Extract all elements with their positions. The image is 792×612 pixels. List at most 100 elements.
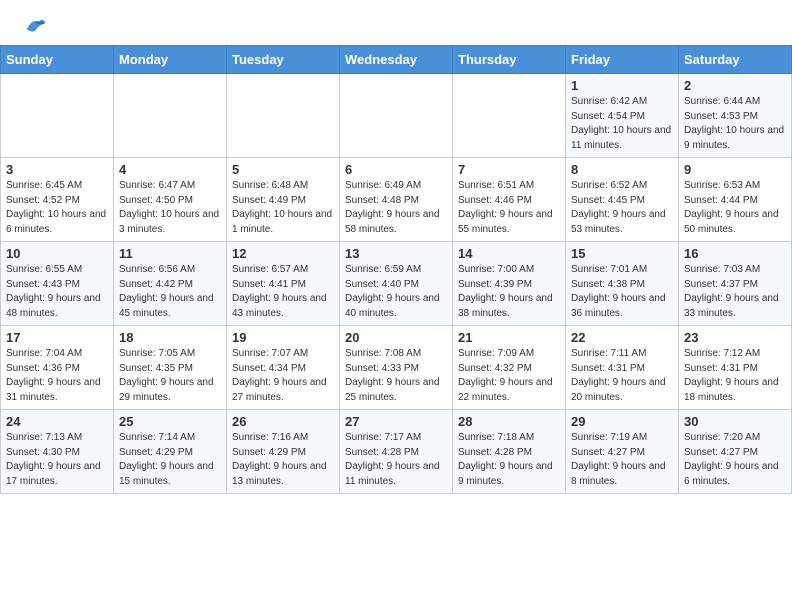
calendar-header: SundayMondayTuesdayWednesdayThursdayFrid… [1,46,792,74]
calendar-week-row: 1 Sunrise: 6:42 AM Sunset: 4:54 PM Daylig… [1,74,792,158]
logo [20,15,47,35]
calendar-day-cell [340,74,453,158]
calendar-day-cell [227,74,340,158]
day-number: 30 [684,414,786,429]
calendar-day-cell: 25 Sunrise: 7:14 AM Sunset: 4:29 PM Dayli… [114,410,227,494]
calendar-day-cell: 1 Sunrise: 6:42 AM Sunset: 4:54 PM Daylig… [566,74,679,158]
day-number: 4 [119,162,221,177]
day-number: 20 [345,330,447,345]
day-info: Sunrise: 7:11 AM Sunset: 4:31 PM Dayligh… [571,347,673,405]
day-info: Sunrise: 7:01 AM Sunset: 4:38 PM Dayligh… [571,263,673,321]
calendar-day-cell: 4 Sunrise: 6:47 AM Sunset: 4:50 PM Daylig… [114,158,227,242]
day-info: Sunrise: 7:13 AM Sunset: 4:30 PM Dayligh… [6,431,108,489]
calendar-day-cell: 13Sunrise: 6:59 AM Sunset: 4:40 PM Dayli… [340,242,453,326]
calendar-day-cell: 19 Sunrise: 7:07 AM Sunset: 4:34 PM Dayli… [227,326,340,410]
day-info: Sunrise: 7:19 AM Sunset: 4:27 PM Dayligh… [571,431,673,489]
day-info: Sunrise: 7:07 AM Sunset: 4:34 PM Dayligh… [232,347,334,405]
calendar-day-cell: 29 Sunrise: 7:19 AM Sunset: 4:27 PM Dayli… [566,410,679,494]
calendar-day-cell: 24 Sunrise: 7:13 AM Sunset: 4:30 PM Dayli… [1,410,114,494]
calendar-body: 1 Sunrise: 6:42 AM Sunset: 4:54 PM Daylig… [1,74,792,494]
day-number: 16 [684,246,786,261]
calendar-day-cell: 23 Sunrise: 7:12 AM Sunset: 4:31 PM Dayli… [679,326,792,410]
calendar-day-cell [453,74,566,158]
day-number: 26 [232,414,334,429]
calendar-day-cell: 6 Sunrise: 6:49 AM Sunset: 4:48 PM Daylig… [340,158,453,242]
day-info: Sunrise: 6:53 AM Sunset: 4:44 PM Dayligh… [684,179,786,237]
day-info: Sunrise: 6:42 AM Sunset: 4:54 PM Dayligh… [571,95,673,153]
calendar-day-cell: 20 Sunrise: 7:08 AM Sunset: 4:33 PM Dayli… [340,326,453,410]
day-number: 25 [119,414,221,429]
calendar-day-cell: 10 Sunrise: 6:55 AM Sunset: 4:43 PM Dayli… [1,242,114,326]
calendar-day-cell: 14Sunrise: 7:00 AM Sunset: 4:39 PM Dayli… [453,242,566,326]
calendar-week-row: 17 Sunrise: 7:04 AM Sunset: 4:36 PM Dayli… [1,326,792,410]
calendar-day-cell: 21 Sunrise: 7:09 AM Sunset: 4:32 PM Dayli… [453,326,566,410]
calendar-day-cell: 12Sunrise: 6:57 AM Sunset: 4:41 PM Dayli… [227,242,340,326]
day-number: 17 [6,330,108,345]
calendar-day-cell: 26 Sunrise: 7:16 AM Sunset: 4:29 PM Dayli… [227,410,340,494]
day-number: 19 [232,330,334,345]
day-number: 5 [232,162,334,177]
day-number: 10 [6,246,108,261]
day-number: 8 [571,162,673,177]
calendar-day-cell: 3 Sunrise: 6:45 AM Sunset: 4:52 PM Daylig… [1,158,114,242]
page-header [0,0,792,40]
day-info: Sunrise: 6:52 AM Sunset: 4:45 PM Dayligh… [571,179,673,237]
calendar-day-cell: 28Sunrise: 7:18 AM Sunset: 4:28 PM Dayli… [453,410,566,494]
day-info: Sunrise: 7:03 AM Sunset: 4:37 PM Dayligh… [684,263,786,321]
day-info: Sunrise: 7:04 AM Sunset: 4:36 PM Dayligh… [6,347,108,405]
calendar-day-cell: 17 Sunrise: 7:04 AM Sunset: 4:36 PM Dayli… [1,326,114,410]
calendar-day-header: Friday [566,46,679,74]
day-info: Sunrise: 6:47 AM Sunset: 4:50 PM Dayligh… [119,179,221,237]
day-info: Sunrise: 7:05 AM Sunset: 4:35 PM Dayligh… [119,347,221,405]
day-info: Sunrise: 6:51 AM Sunset: 4:46 PM Dayligh… [458,179,560,237]
day-info: Sunrise: 7:14 AM Sunset: 4:29 PM Dayligh… [119,431,221,489]
calendar-day-cell: 30 Sunrise: 7:20 AM Sunset: 4:27 PM Dayli… [679,410,792,494]
day-info: Sunrise: 6:45 AM Sunset: 4:52 PM Dayligh… [6,179,108,237]
day-info: Sunrise: 7:16 AM Sunset: 4:29 PM Dayligh… [232,431,334,489]
calendar-day-cell: 27 Sunrise: 7:17 AM Sunset: 4:28 PM Dayli… [340,410,453,494]
day-number: 7 [458,162,560,177]
day-info: Sunrise: 6:49 AM Sunset: 4:48 PM Dayligh… [345,179,447,237]
day-number: 14 [458,246,560,261]
calendar-day-cell [114,74,227,158]
day-number: 3 [6,162,108,177]
day-info: Sunrise: 7:12 AM Sunset: 4:31 PM Dayligh… [684,347,786,405]
day-info: Sunrise: 7:09 AM Sunset: 4:32 PM Dayligh… [458,347,560,405]
calendar-week-row: 24 Sunrise: 7:13 AM Sunset: 4:30 PM Dayli… [1,410,792,494]
day-number: 22 [571,330,673,345]
day-number: 21 [458,330,560,345]
calendar-day-header: Sunday [1,46,114,74]
calendar-day-cell: 11 Sunrise: 6:56 AM Sunset: 4:42 PM Dayli… [114,242,227,326]
calendar-day-header: Wednesday [340,46,453,74]
calendar-day-cell: 8 Sunrise: 6:52 AM Sunset: 4:45 PM Daylig… [566,158,679,242]
day-number: 6 [345,162,447,177]
day-info: Sunrise: 6:48 AM Sunset: 4:49 PM Dayligh… [232,179,334,237]
calendar-day-header: Tuesday [227,46,340,74]
day-number: 29 [571,414,673,429]
day-number: 28 [458,414,560,429]
day-info: Sunrise: 7:20 AM Sunset: 4:27 PM Dayligh… [684,431,786,489]
day-number: 11 [119,246,221,261]
logo-bird-icon [23,15,47,35]
day-info: Sunrise: 7:17 AM Sunset: 4:28 PM Dayligh… [345,431,447,489]
calendar-day-cell: 22 Sunrise: 7:11 AM Sunset: 4:31 PM Dayli… [566,326,679,410]
day-number: 15 [571,246,673,261]
day-info: Sunrise: 6:57 AM Sunset: 4:41 PM Dayligh… [232,263,334,321]
calendar-day-cell: 16 Sunrise: 7:03 AM Sunset: 4:37 PM Dayli… [679,242,792,326]
day-info: Sunrise: 7:08 AM Sunset: 4:33 PM Dayligh… [345,347,447,405]
day-info: Sunrise: 6:55 AM Sunset: 4:43 PM Dayligh… [6,263,108,321]
day-number: 24 [6,414,108,429]
calendar-day-header: Thursday [453,46,566,74]
calendar-day-header: Monday [114,46,227,74]
calendar-day-cell: 2Sunrise: 6:44 AM Sunset: 4:53 PM Daylig… [679,74,792,158]
calendar-week-row: 3 Sunrise: 6:45 AM Sunset: 4:52 PM Daylig… [1,158,792,242]
calendar-day-cell: 9Sunrise: 6:53 AM Sunset: 4:44 PM Daylig… [679,158,792,242]
calendar-day-cell: 15 Sunrise: 7:01 AM Sunset: 4:38 PM Dayli… [566,242,679,326]
day-number: 23 [684,330,786,345]
calendar-day-cell: 5 Sunrise: 6:48 AM Sunset: 4:49 PM Daylig… [227,158,340,242]
day-number: 27 [345,414,447,429]
day-info: Sunrise: 6:59 AM Sunset: 4:40 PM Dayligh… [345,263,447,321]
calendar-table: SundayMondayTuesdayWednesdayThursdayFrid… [0,45,792,494]
day-number: 1 [571,78,673,93]
day-info: Sunrise: 6:56 AM Sunset: 4:42 PM Dayligh… [119,263,221,321]
